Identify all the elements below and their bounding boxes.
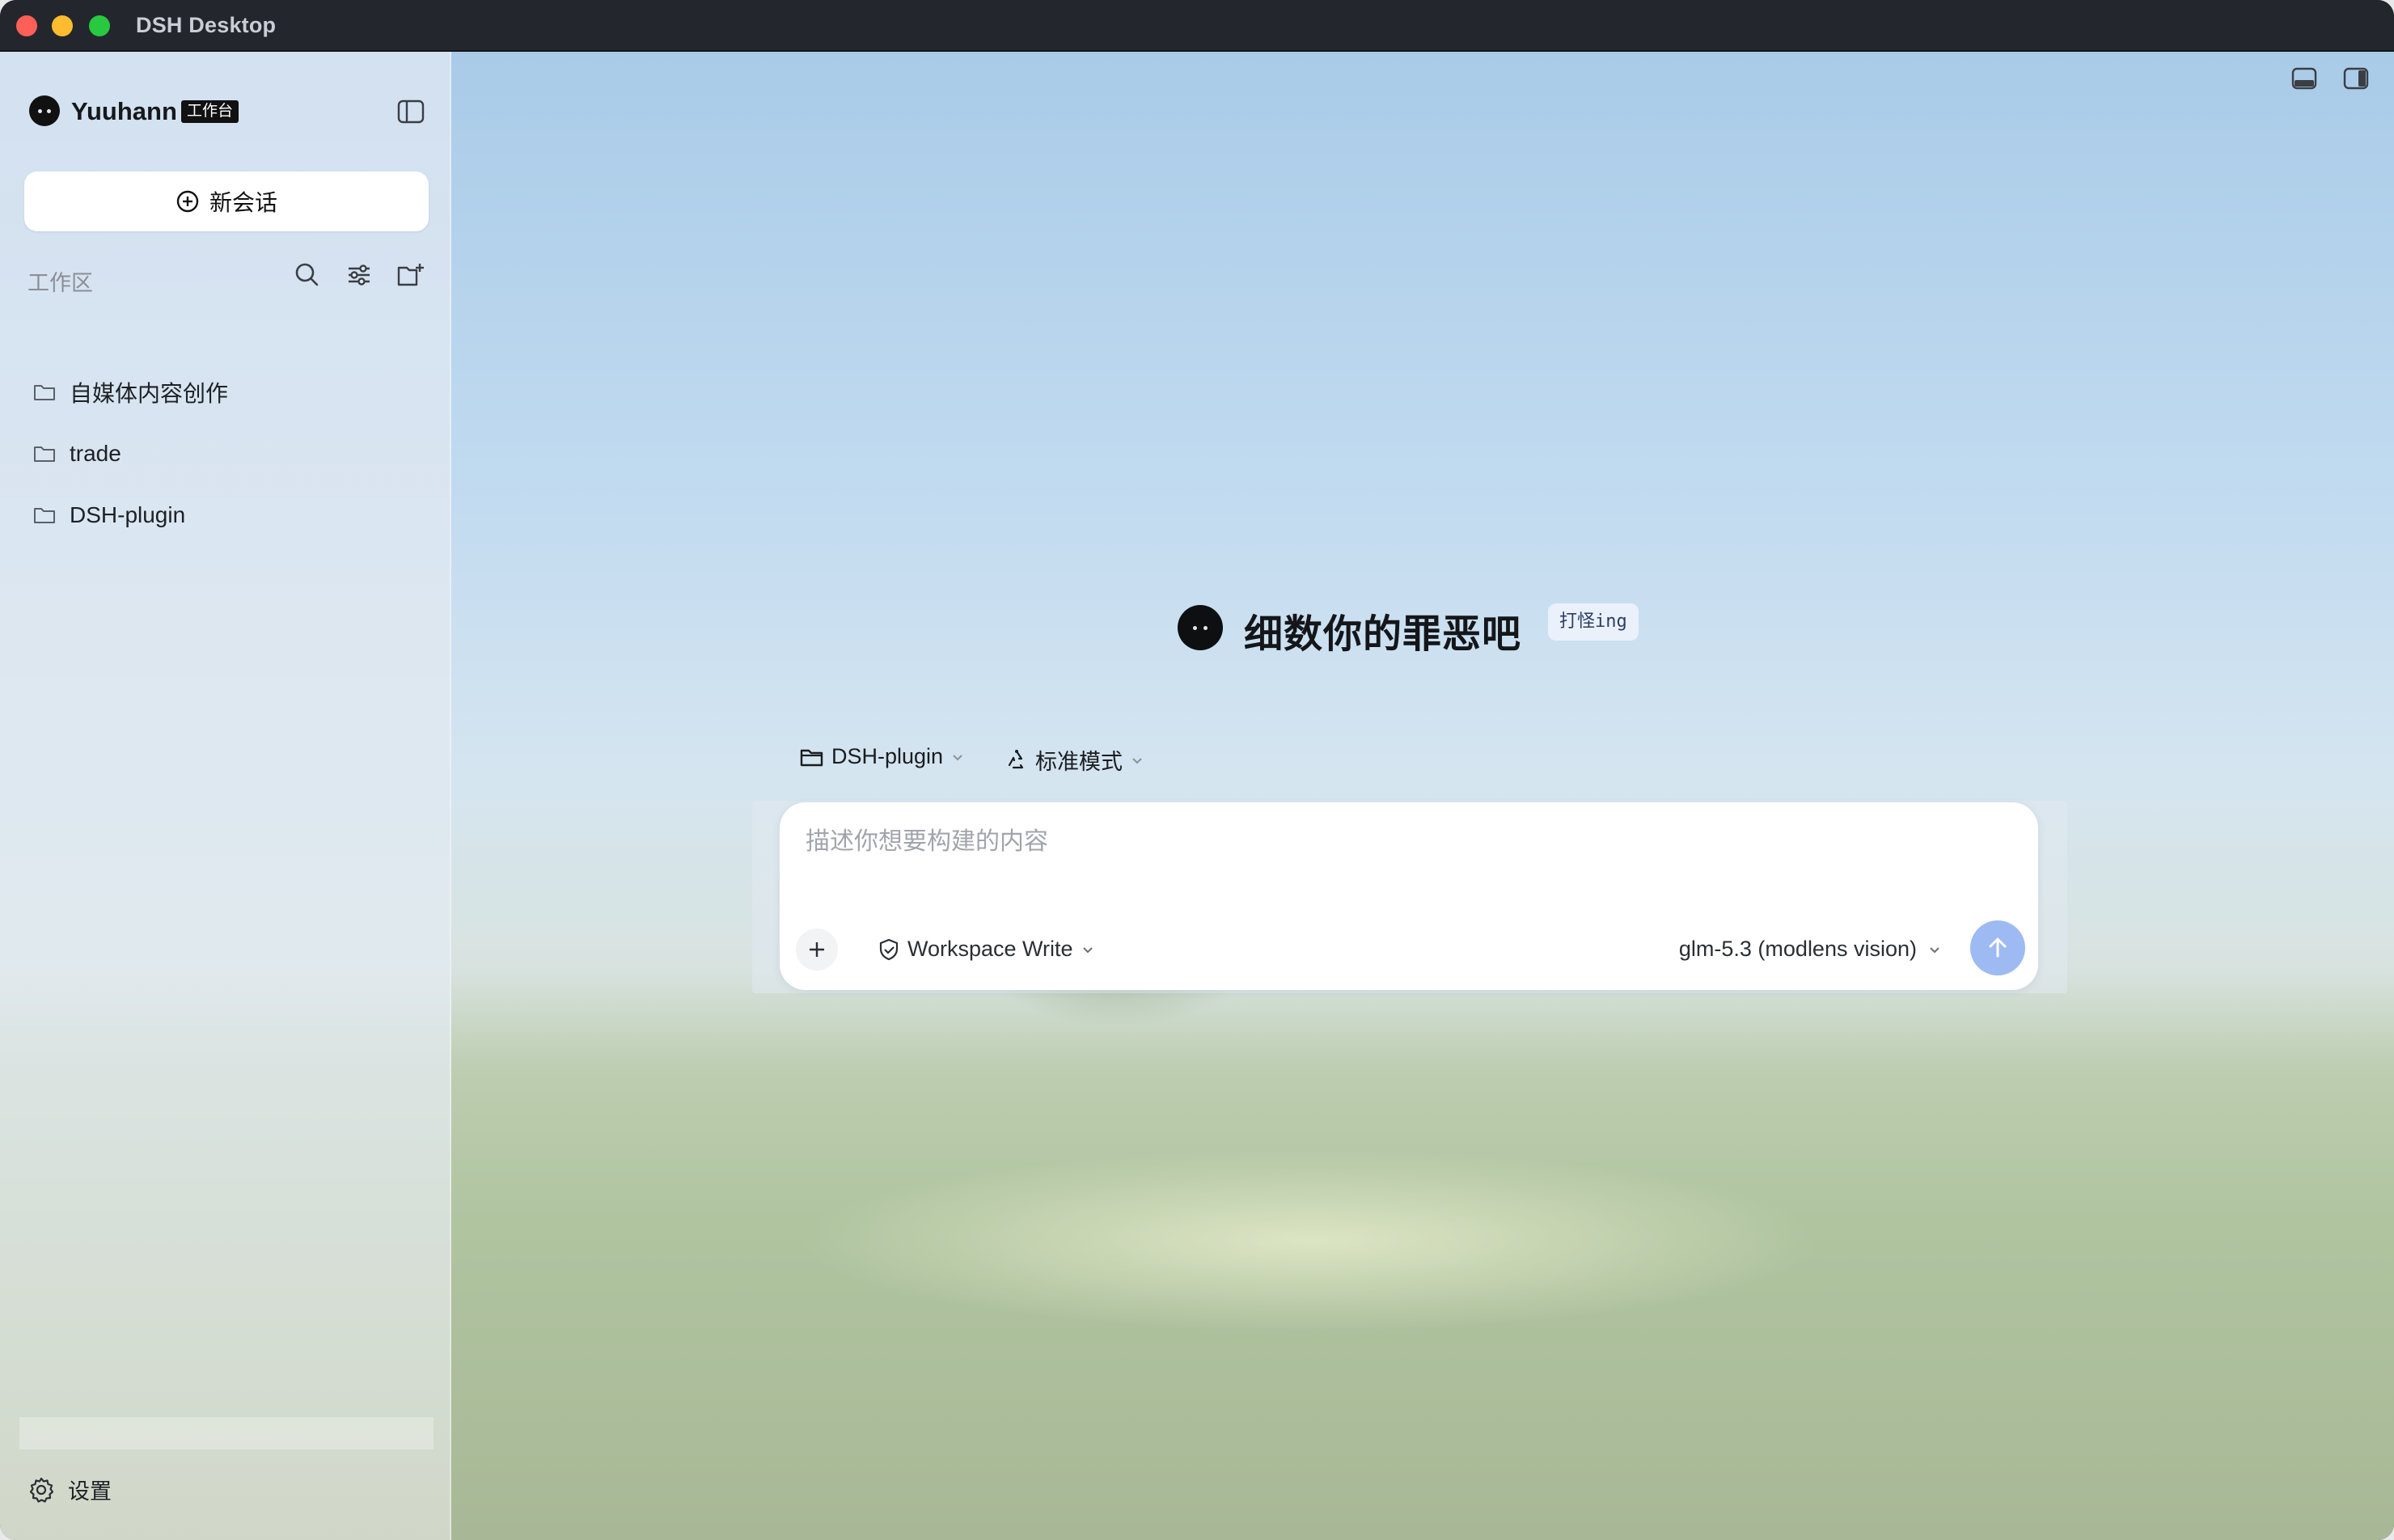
workspace-item[interactable]: DSH-plugin xyxy=(24,490,429,540)
folder-icon xyxy=(34,508,55,523)
avatar[interactable] xyxy=(29,95,60,126)
sidebar-toggle-icon[interactable] xyxy=(396,97,425,126)
chevron-down-icon xyxy=(1132,757,1142,764)
settings-button[interactable]: 设置 xyxy=(27,1474,112,1505)
workspace-item-label: trade xyxy=(70,441,121,466)
bottom-panel-icon[interactable] xyxy=(2289,63,2320,94)
plus-icon xyxy=(810,942,824,957)
sidebar: Yuuhann 工作台 新会话 工作区 自媒体内容创作 trade DSH-pl… xyxy=(0,52,451,1540)
model-selector[interactable]: glm-5.3 (modlens vision) xyxy=(1679,937,1943,962)
sidebar-divider-bar xyxy=(19,1417,434,1449)
app-window: DSH Desktop Yuuhann 工作台 新会话 工作区 自媒体内容创作 … xyxy=(0,0,2394,1540)
workspace-item-label: DSH-plugin xyxy=(70,502,186,527)
project-selector-label: DSH-plugin xyxy=(831,744,944,768)
titlebar: DSH Desktop xyxy=(0,0,2394,52)
shield-check-icon xyxy=(879,938,899,960)
sliders-icon[interactable] xyxy=(343,259,375,291)
workspace-section-label: 工作区 xyxy=(27,271,93,295)
status-badge: 打怪ing xyxy=(1548,603,1639,641)
settings-label: 设置 xyxy=(68,1479,112,1504)
user-name: Yuuhann xyxy=(71,97,177,125)
arrow-up-icon xyxy=(1989,937,2007,958)
search-icon[interactable] xyxy=(291,259,324,291)
chevron-down-icon xyxy=(953,754,962,760)
folder-icon xyxy=(34,385,55,400)
hero-title: 细数你的罪恶吧 xyxy=(1244,613,1522,656)
workspace-item-label: 自媒体内容创作 xyxy=(70,381,229,406)
window-title: DSH Desktop xyxy=(136,13,277,37)
new-chat-button[interactable]: 新会话 xyxy=(24,171,429,231)
send-button[interactable] xyxy=(1970,920,2025,975)
gear-icon xyxy=(29,1477,54,1503)
folder-icon xyxy=(34,446,55,462)
main-content: Yuuhann 工作台 新会话 工作区 自媒体内容创作 trade DSH-pl… xyxy=(0,52,2394,1540)
composer: Workspace Write glm-5.3 (modlens vision) xyxy=(780,802,2038,990)
mode-selector-label: 标准模式 xyxy=(1035,750,1123,774)
workspace-item[interactable]: trade xyxy=(24,429,429,479)
mode-selector[interactable]: 标准模式 xyxy=(1005,744,1145,776)
prompt-input[interactable] xyxy=(806,822,1938,862)
project-selector[interactable]: DSH-plugin xyxy=(799,744,966,769)
folder-open-icon xyxy=(800,749,823,766)
attach-button[interactable] xyxy=(796,929,838,971)
minimize-window-button[interactable] xyxy=(52,15,73,36)
user-badge: 工作台 xyxy=(181,100,239,123)
model-selector-label: glm-5.3 (modlens vision) xyxy=(1678,937,1917,961)
chevron-down-icon xyxy=(1930,946,1939,953)
plus-circle-icon xyxy=(176,190,199,213)
maximize-window-button[interactable] xyxy=(89,15,110,36)
permission-selector-label: Workspace Write xyxy=(907,937,1073,961)
permission-selector[interactable]: Workspace Write xyxy=(877,937,1096,962)
new-chat-label: 新会话 xyxy=(209,190,277,215)
mode-cycle-icon xyxy=(1008,749,1024,768)
close-window-button[interactable] xyxy=(16,15,37,36)
workspace-item[interactable]: 自媒体内容创作 xyxy=(24,367,429,417)
assistant-avatar xyxy=(1178,605,1223,650)
right-panel-icon[interactable] xyxy=(2341,63,2371,94)
folder-add-icon[interactable] xyxy=(395,259,427,291)
chevron-down-icon xyxy=(1082,946,1093,953)
